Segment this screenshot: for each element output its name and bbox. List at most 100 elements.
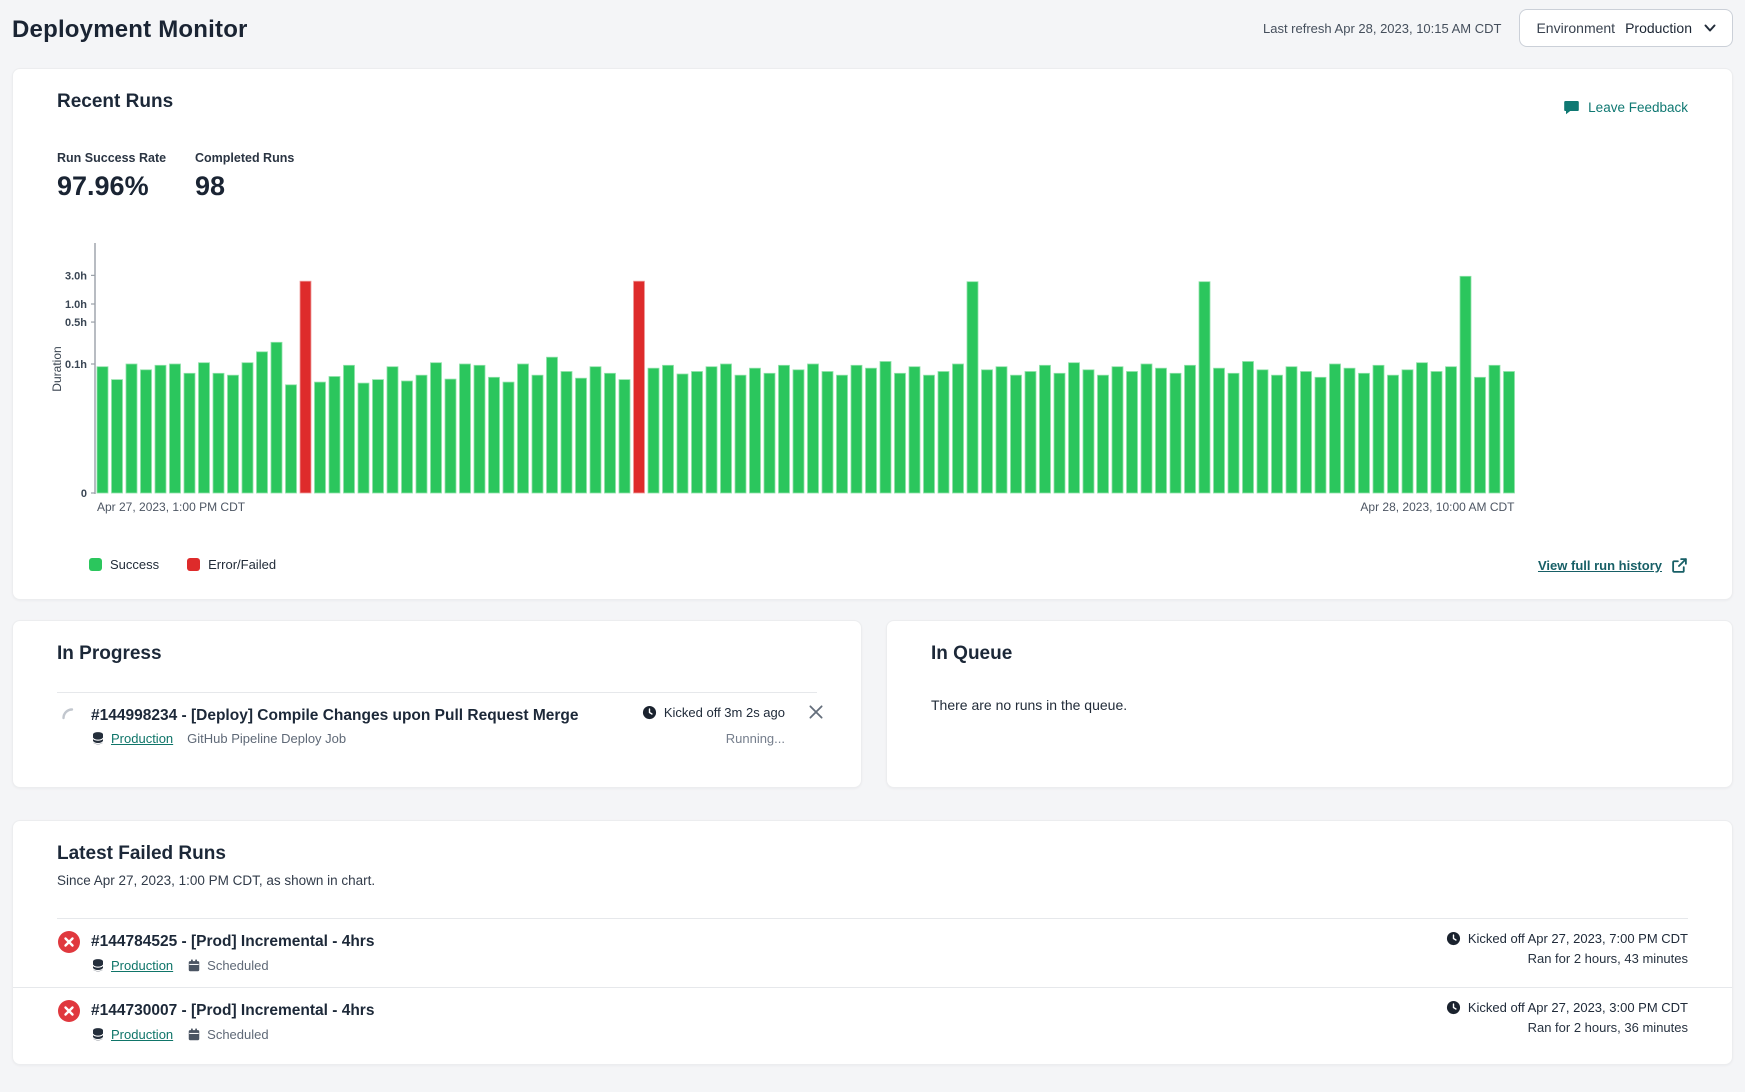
run-bar[interactable] bbox=[460, 364, 471, 493]
run-bar[interactable] bbox=[982, 370, 993, 493]
run-bar[interactable] bbox=[924, 375, 935, 493]
run-bar[interactable] bbox=[1504, 372, 1515, 494]
run-bar[interactable] bbox=[1243, 362, 1254, 494]
run-bar[interactable] bbox=[358, 383, 369, 493]
run-bar[interactable] bbox=[1344, 368, 1355, 493]
run-bar[interactable] bbox=[1170, 373, 1181, 493]
run-bar[interactable] bbox=[851, 365, 862, 493]
run-bar[interactable] bbox=[735, 375, 746, 493]
run-bar[interactable] bbox=[634, 281, 645, 493]
run-bar[interactable] bbox=[619, 380, 630, 493]
run-bar[interactable] bbox=[909, 367, 920, 493]
leave-feedback-link[interactable]: Leave Feedback bbox=[1563, 99, 1688, 116]
run-bar[interactable] bbox=[1388, 375, 1399, 493]
run-bar[interactable] bbox=[721, 364, 732, 493]
run-bar[interactable] bbox=[1359, 373, 1370, 493]
run-bar[interactable] bbox=[242, 363, 253, 493]
run-bar[interactable] bbox=[996, 367, 1007, 493]
run-bar[interactable] bbox=[1011, 375, 1022, 493]
run-bar[interactable] bbox=[561, 372, 572, 494]
run-bar[interactable] bbox=[1228, 373, 1239, 493]
run-bar[interactable] bbox=[112, 380, 123, 493]
run-bar[interactable] bbox=[170, 364, 181, 493]
run-bar[interactable] bbox=[184, 373, 195, 493]
run-bar[interactable] bbox=[822, 372, 833, 494]
run-bar[interactable] bbox=[706, 367, 717, 493]
run-bar[interactable] bbox=[1301, 372, 1312, 494]
run-bar[interactable] bbox=[97, 367, 108, 493]
run-bar[interactable] bbox=[1402, 370, 1413, 493]
close-icon[interactable] bbox=[807, 703, 827, 723]
run-bar[interactable] bbox=[880, 362, 891, 494]
run-bar[interactable] bbox=[590, 367, 601, 493]
run-bar[interactable] bbox=[1156, 368, 1167, 493]
run-bar[interactable] bbox=[663, 365, 674, 493]
run-bar[interactable] bbox=[1272, 375, 1283, 493]
run-bar[interactable] bbox=[938, 372, 949, 494]
run-bar[interactable] bbox=[1475, 377, 1486, 493]
run-bar[interactable] bbox=[895, 373, 906, 493]
run-bar[interactable] bbox=[387, 367, 398, 493]
run-bar[interactable] bbox=[1257, 370, 1268, 493]
run-bar[interactable] bbox=[953, 364, 964, 493]
run-bar[interactable] bbox=[199, 363, 210, 493]
run-bar[interactable] bbox=[1185, 365, 1196, 493]
run-bar[interactable] bbox=[1040, 365, 1051, 493]
environment-link[interactable]: Production bbox=[91, 731, 173, 746]
run-bar[interactable] bbox=[271, 342, 282, 493]
run-bar[interactable] bbox=[1330, 364, 1341, 493]
run-bar[interactable] bbox=[866, 368, 877, 493]
run-bar[interactable] bbox=[1054, 373, 1065, 493]
run-bar[interactable] bbox=[126, 364, 137, 493]
run-bar[interactable] bbox=[503, 382, 514, 493]
run-bar[interactable] bbox=[532, 375, 543, 493]
run-bar[interactable] bbox=[141, 370, 152, 493]
run-bar[interactable] bbox=[1098, 375, 1109, 493]
run-bar[interactable] bbox=[286, 385, 297, 493]
run-bar[interactable] bbox=[793, 370, 804, 493]
run-bar[interactable] bbox=[155, 365, 166, 493]
run-bar[interactable] bbox=[1199, 282, 1210, 493]
run-bar[interactable] bbox=[967, 282, 978, 493]
run-bar[interactable] bbox=[300, 281, 311, 493]
environment-link[interactable]: Production bbox=[91, 958, 173, 973]
run-bar[interactable] bbox=[1417, 363, 1428, 493]
run-bar[interactable] bbox=[518, 364, 529, 493]
run-bar[interactable] bbox=[1069, 363, 1080, 493]
run-bar[interactable] bbox=[547, 357, 558, 493]
run-bar[interactable] bbox=[489, 377, 500, 493]
run-bar[interactable] bbox=[779, 365, 790, 493]
run-bar[interactable] bbox=[677, 374, 688, 493]
run-bar[interactable] bbox=[750, 368, 761, 493]
environment-link[interactable]: Production bbox=[91, 1027, 173, 1042]
run-bar[interactable] bbox=[692, 372, 703, 494]
run-bar[interactable] bbox=[416, 375, 427, 493]
run-bar[interactable] bbox=[1315, 377, 1326, 493]
run-bar[interactable] bbox=[431, 363, 442, 493]
run-bar[interactable] bbox=[1460, 276, 1471, 493]
run-bar[interactable] bbox=[474, 365, 485, 493]
run-bar[interactable] bbox=[315, 382, 326, 493]
run-bar[interactable] bbox=[373, 380, 384, 493]
run-bar[interactable] bbox=[213, 373, 224, 493]
run-bar[interactable] bbox=[1373, 365, 1384, 493]
run-bar[interactable] bbox=[1083, 370, 1094, 493]
run-bar[interactable] bbox=[808, 364, 819, 493]
run-bar[interactable] bbox=[764, 373, 775, 493]
run-bar[interactable] bbox=[837, 375, 848, 493]
run-bar[interactable] bbox=[648, 368, 659, 493]
run-bar[interactable] bbox=[1286, 367, 1297, 493]
run-bar[interactable] bbox=[257, 352, 268, 493]
run-bar[interactable] bbox=[329, 377, 340, 494]
environment-select[interactable]: Environment Production bbox=[1519, 9, 1733, 47]
run-bar[interactable] bbox=[228, 375, 239, 493]
run-bar[interactable] bbox=[402, 381, 413, 493]
run-bar[interactable] bbox=[1025, 372, 1036, 494]
run-bar[interactable] bbox=[1431, 372, 1442, 494]
run-bar[interactable] bbox=[1489, 365, 1500, 493]
view-full-run-history-link[interactable]: View full run history bbox=[1538, 557, 1688, 574]
run-bar[interactable] bbox=[1112, 367, 1123, 493]
run-bar[interactable] bbox=[445, 379, 456, 493]
run-bar[interactable] bbox=[1214, 368, 1225, 493]
run-bar[interactable] bbox=[344, 365, 355, 493]
